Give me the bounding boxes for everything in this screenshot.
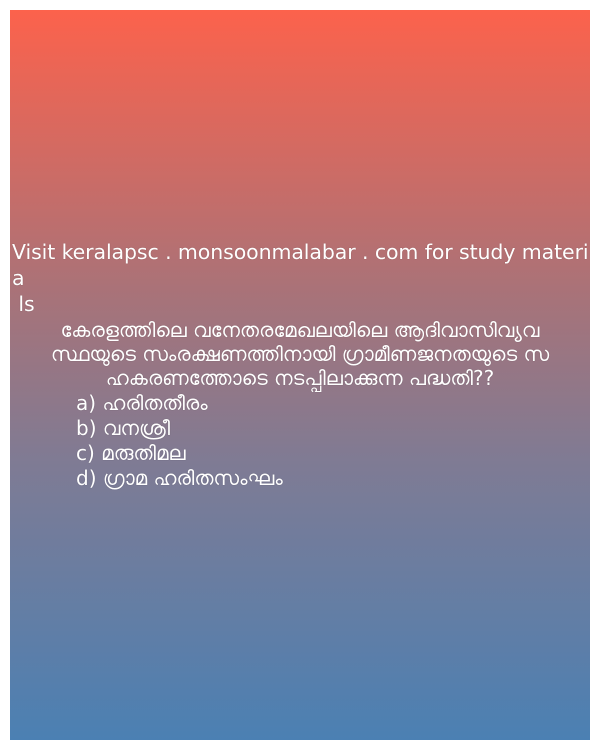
option-b: b) വനശ്രീ: [76, 416, 171, 440]
option-c: c) മരുതിമല: [76, 441, 186, 465]
question-card: Visit keralapsc . monsoonmalabar . com f…: [10, 10, 590, 740]
option-a: a) ഹരിതതീരം: [76, 391, 208, 415]
options-list: a) ഹരിതതീരം b) വനശ്രീ c) മരുതിമല d) ഗ്രാ…: [76, 391, 283, 491]
option-d: d) ഗ്രാമ ഹരിതസംഘം: [76, 466, 283, 490]
promo-text: Visit keralapsc . monsoonmalabar . com f…: [12, 240, 589, 316]
question-text: കേരളത്തിലെ വനേതരമേഖലയിലെ ആദിവാസിവ്യവ സ്ഥ…: [50, 318, 550, 390]
